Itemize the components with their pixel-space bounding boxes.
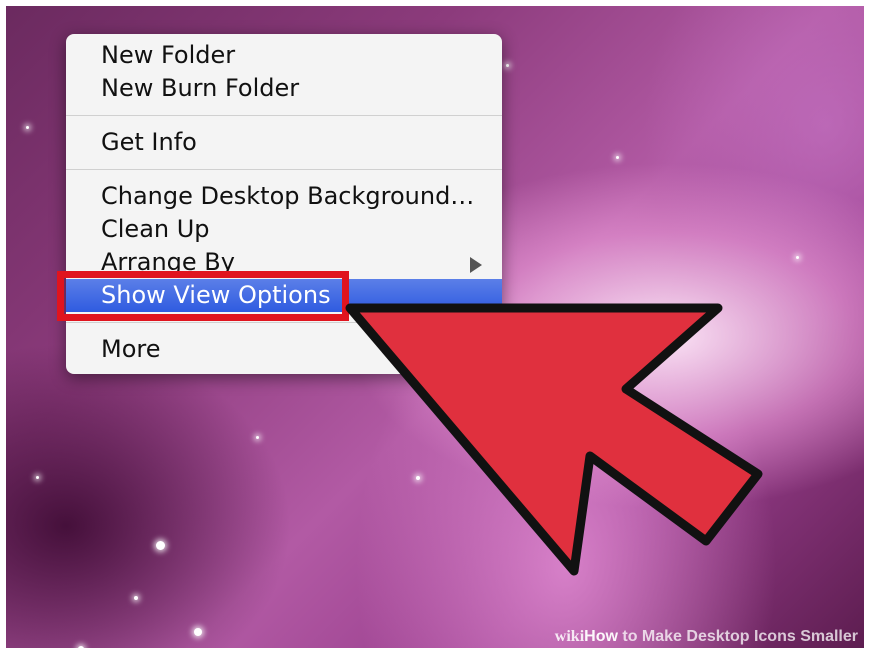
desktop-background[interactable]: New Folder New Burn Folder Get Info Chan… [6,6,864,648]
watermark: wikiHow to Make Desktop Icons Smaller [545,626,864,648]
watermark-title: to Make Desktop Icons Smaller [617,628,858,645]
red-arrow-icon [345,303,763,576]
watermark-brand: wiki [554,628,585,645]
watermark-how: How [584,628,618,645]
